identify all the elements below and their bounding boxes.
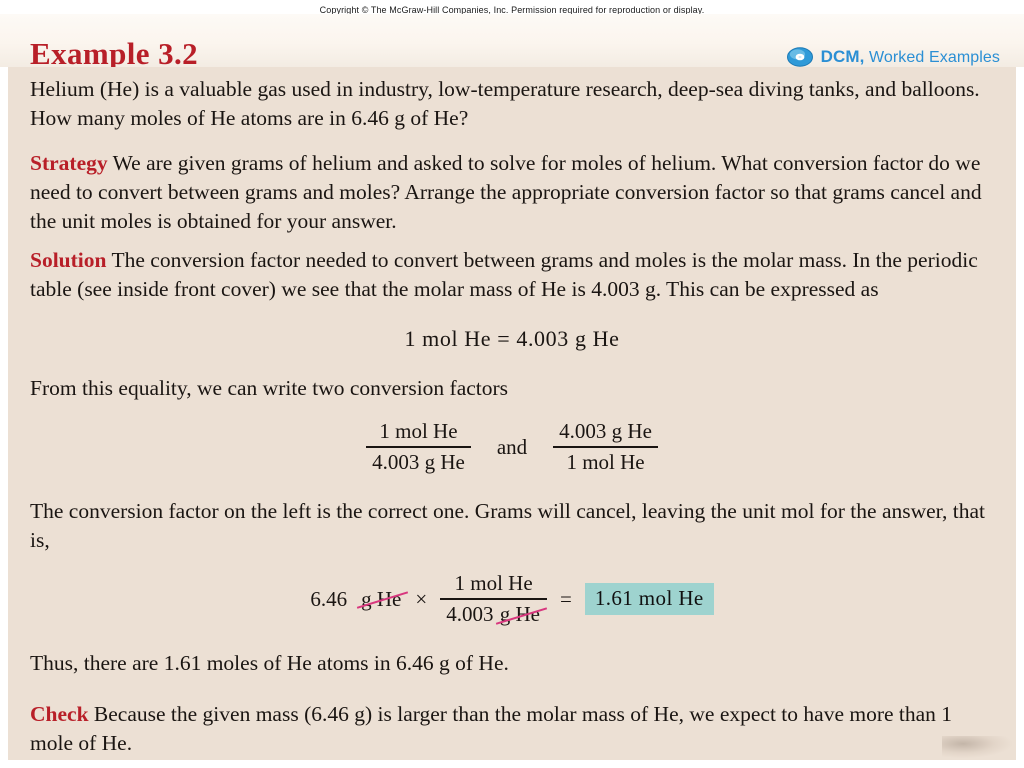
explain-paragraph: The conversion factor on the left is the…	[30, 499, 985, 552]
factor-left-numerator: 1 mol He	[379, 419, 458, 443]
calc-frac-den-cancelled: g He	[495, 602, 548, 627]
strategy-label: Strategy	[30, 151, 108, 175]
thus-paragraph: Thus, there are 1.61 moles of He atoms i…	[30, 651, 509, 675]
equality-equation: 1 mol He = 4.003 g He	[404, 326, 620, 351]
calc-frac-den-cancelled-text: g He	[499, 602, 540, 626]
slide-canvas: Copyright © The McGraw-Hill Companies, I…	[0, 0, 1024, 768]
check-label: Check	[30, 702, 89, 726]
answer-highlight-box: 1.61 mol He	[584, 583, 714, 615]
dcm-badge-label: DCM, Worked Examples	[821, 47, 1000, 67]
page-frame: Helium (He) is a valuable gas used in in…	[0, 67, 1024, 768]
conversion-factor-left: 1 mol He 4.003 g He	[366, 419, 471, 475]
calc-value: 6.46	[310, 586, 348, 611]
solution-text: The conversion factor needed to convert …	[30, 248, 978, 301]
strategy-paragraph: Strategy We are given grams of helium an…	[30, 149, 994, 236]
factor-left-denominator: 4.003 g He	[372, 450, 465, 474]
conversion-factor-right: 4.003 g He 1 mol He	[553, 419, 658, 475]
dcm-badge-rest: Worked Examples	[864, 49, 1000, 66]
calc-unit-cancelled-text: g He	[361, 586, 402, 611]
cd-disc-icon	[786, 47, 813, 67]
dcm-badge-bold: DCM,	[820, 47, 865, 66]
page-body: Helium (He) is a valuable gas used in in…	[8, 67, 1016, 760]
solution-label: Solution	[30, 248, 107, 272]
calc-unit-cancelled: g He	[356, 586, 409, 612]
calc-frac-denominator: 4.003 g He	[440, 600, 548, 627]
strategy-text: We are given grams of helium and asked t…	[30, 151, 982, 233]
check-text: Because the given mass (6.46 g) is large…	[30, 702, 953, 755]
check-paragraph: Check Because the given mass (6.46 g) is…	[30, 700, 994, 758]
calc-frac-den-value: 4.003	[446, 602, 494, 626]
conjunction-and: and	[496, 434, 528, 459]
copyright-bar: Copyright © The McGraw-Hill Companies, I…	[0, 0, 1024, 15]
calc-frac-numerator: 1 mol He	[454, 571, 533, 595]
factor-right-numerator: 4.003 g He	[559, 419, 652, 443]
header-band: Example 3.2 DCM, Worked Examples	[0, 14, 1024, 71]
factor-right-denominator: 1 mol He	[566, 450, 645, 474]
calc-equals-symbol: =	[559, 586, 572, 611]
calc-fraction: 1 mol He 4.003 g He	[440, 571, 548, 627]
calc-times-symbol: ×	[415, 586, 428, 611]
solution-paragraph: Solution The conversion factor needed to…	[30, 246, 994, 304]
intro-paragraph: Helium (He) is a valuable gas used in in…	[30, 77, 980, 130]
equality-intro-paragraph: From this equality, we can write two con…	[30, 376, 509, 400]
worked-calculation: 6.46 g He × 1 mol He 4.003 g He = 1.61 m…	[30, 571, 994, 627]
conversion-factors-row: 1 mol He 4.003 g He and 4.003 g He 1 mol…	[30, 419, 994, 475]
dcm-badge[interactable]: DCM, Worked Examples	[786, 47, 1000, 67]
